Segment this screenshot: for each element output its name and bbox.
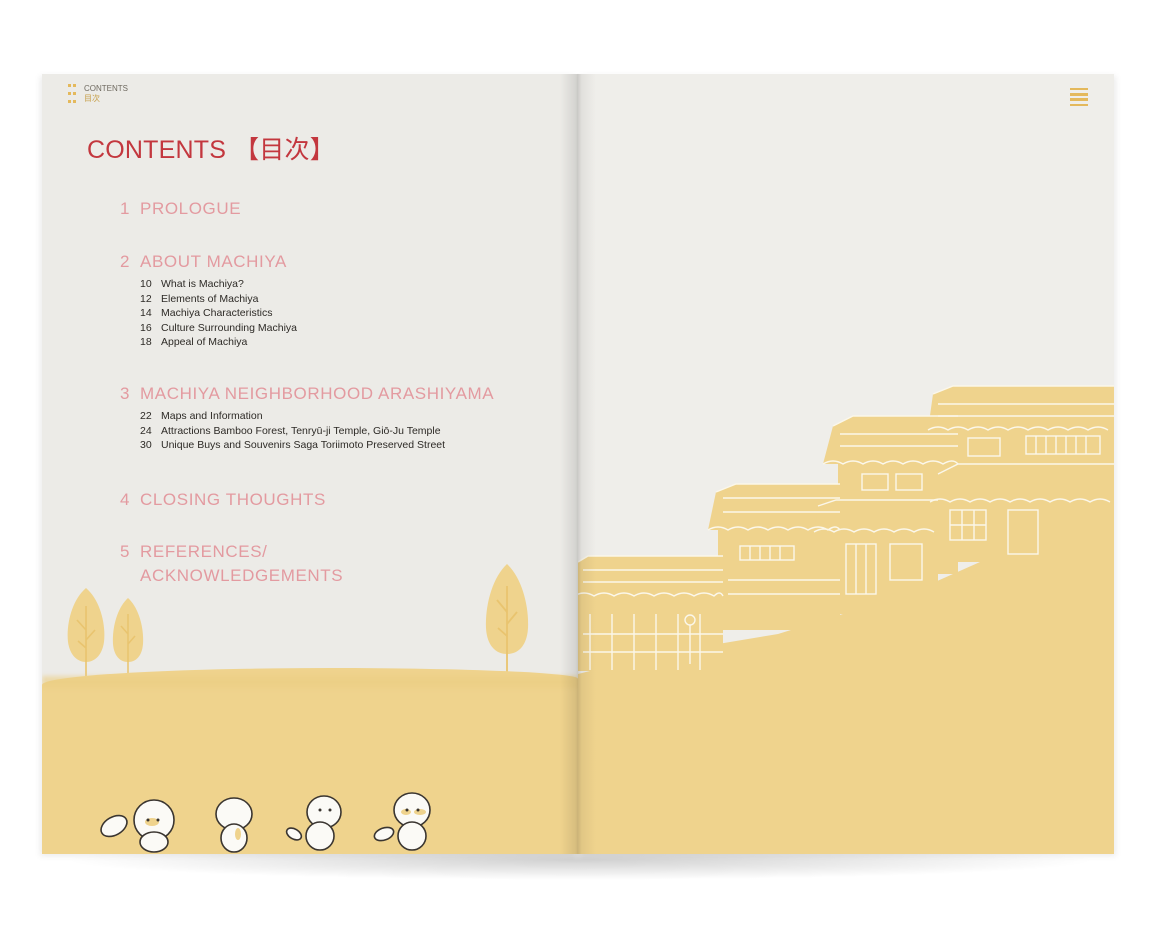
toc-subitem-text: What is Machiya? (161, 278, 244, 290)
running-head-en: CONTENTS (84, 84, 128, 93)
toc-subitem-text: Machiya Characteristics (161, 307, 273, 319)
toc-subitem[interactable]: 18 Appeal of Machiya (140, 335, 297, 350)
toc-subitem[interactable]: 16 Culture Surrounding Machiya (140, 321, 297, 336)
toc-section-title: CLOSING THOUGHTS (140, 490, 326, 509)
toc-section-closing[interactable]: 4 CLOSING THOUGHTS (120, 490, 326, 510)
toc-section-title: REFERENCES/ (140, 542, 268, 561)
toc-section-number: 2 (120, 252, 131, 271)
toc-section-title: MACHIYA NEIGHBORHOOD ARASHIYAMA (140, 384, 495, 403)
toc-section-references[interactable]: 5 REFERENCES/ ACKNOWLEDGEMENTS (120, 542, 343, 586)
toc-subitem-text: Maps and Information (161, 410, 263, 422)
toc-section-heading: 3 MACHIYA NEIGHBORHOOD ARASHIYAMA (120, 384, 494, 404)
toc-page-number: 24 (140, 424, 152, 437)
tree-illustration (112, 598, 144, 674)
toc-subitem-list: 10 What is Machiya? 12 Elements of Machiya… (140, 277, 297, 350)
toc-section-heading: 2 ABOUT MACHIYA (120, 252, 297, 272)
toc-subitem-text: Culture Surrounding Machiya (161, 321, 297, 334)
running-head: CONTENTS 目次 (68, 84, 128, 106)
toc-subitem-list: 22 Maps and Information 24 Attractions Bam… (140, 409, 494, 453)
toc-section-number: 4 (120, 490, 131, 509)
toc-section-number: 1 (120, 199, 131, 218)
toc-subitem-text: Attractions Bamboo Forest, Tenryū-ji Tem… (161, 424, 441, 437)
toc-section-heading: 5 REFERENCES/ (120, 542, 343, 562)
dots-grid-icon (68, 84, 76, 106)
tree-illustration (67, 588, 105, 676)
toc-page-number: 22 (140, 410, 152, 422)
toc-subitem-text: Appeal of Machiya (161, 336, 248, 348)
page-title-en: CONTENTS (87, 136, 227, 164)
toc-page-number: 14 (140, 307, 152, 319)
toc-section-title: ABOUT MACHIYA (140, 252, 287, 271)
toc-subitem[interactable]: 10 What is Machiya? (140, 277, 297, 292)
page-title: CONTENTS 【目次】 (87, 130, 335, 166)
running-head-jp: 目次 (84, 94, 100, 103)
toc-section-title-line2: ACKNOWLEDGEMENTS (140, 566, 344, 585)
toc-section-number: 3 (120, 384, 131, 403)
page-title-jp: 【目次】 (234, 136, 335, 164)
toc-subitem-text: Elements of Machiya (161, 292, 259, 305)
toc-section-prologue[interactable]: 1 PROLOGUE (120, 199, 241, 219)
toc-section-title: PROLOGUE (140, 199, 242, 218)
toc-page-number: 18 (140, 336, 152, 348)
toc-section-heading: 4 CLOSING THOUGHTS (120, 490, 326, 510)
tree-illustration (485, 564, 529, 678)
toc-section-neighborhood[interactable]: 3 MACHIYA NEIGHBORHOOD ARASHIYAMA 22 Maps … (120, 384, 494, 453)
toc-section-number: 5 (120, 542, 131, 561)
toc-subitem[interactable]: 30 Unique Buys and Souvenirs Saga Toriimo… (140, 438, 494, 453)
left-page: CONTENTS 目次 CONTENTS 【目次】 1 PROLOGUE 2 ABOU… (42, 74, 578, 854)
toc-subitem[interactable]: 14 Machiya Characteristics (140, 306, 297, 321)
tanuki-characters (100, 792, 431, 853)
right-page (578, 74, 1114, 854)
toc-section-heading: 1 PROLOGUE (120, 199, 241, 219)
toc-subitem-text: Unique Buys and Souvenirs Saga Toriimoto… (161, 439, 446, 451)
machiya-townhouses-illustration (578, 385, 1114, 854)
toc-page-number: 10 (140, 278, 152, 290)
toc-subitem[interactable]: 24 Attractions Bamboo Forest, Tenryū-ji T… (140, 424, 494, 439)
toc-section-about-machiya[interactable]: 2 ABOUT MACHIYA 10 What is Machiya? 12 Elem… (120, 252, 297, 350)
toc-page-number: 16 (140, 321, 152, 334)
toc-page-number: 12 (140, 292, 152, 305)
toc-subitem[interactable]: 12 Elements of Machiya (140, 292, 297, 307)
toc-subitem[interactable]: 22 Maps and Information (140, 409, 494, 424)
toc-page-number: 30 (140, 439, 152, 451)
